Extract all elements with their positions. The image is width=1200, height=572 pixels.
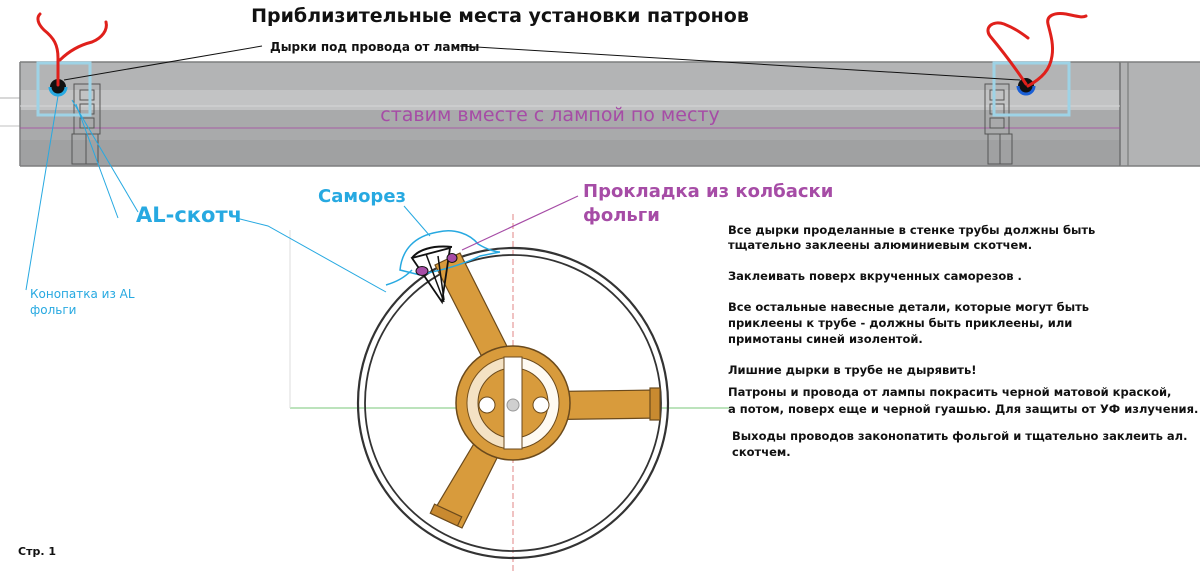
note-line: скотчем. [732,445,791,459]
al-tape-label: AL-скотч [136,203,242,227]
page-title: Приблизительные места установки патронов [251,5,749,27]
notes-block: Все дырки проделанные в стенке трубы дол… [728,223,1198,459]
note-line: Заклеивать поверх вкрученных саморезов . [728,269,1022,283]
page-number: Стр. 1 [18,545,56,558]
spider-hub [455,345,571,461]
screw-label: Саморез [318,186,406,207]
note-line: Патроны и провода от лампы покрасить чер… [728,385,1171,399]
al-tape-leader [235,217,387,293]
caulk-label-line2: фольги [30,303,76,317]
gasket-label-line1: Прокладка из колбаски [583,181,833,202]
place-label: ставим вместе с лампой по месту [380,104,719,126]
note-line: примотаны синей изолентой. [728,332,923,346]
tube-end-cap [1120,62,1200,166]
holes-label: Дырки под провода от лампы [270,40,479,54]
gasket-label-line2: фольги [583,205,660,226]
note-line: приклеены к трубе - должны быть приклеен… [728,316,1072,330]
note-line: а потом, поверх еще и черной гуашью. Для… [728,402,1198,416]
note-line: Выходы проводов законопатить фольгой и т… [732,429,1187,443]
tube-cross-section [235,195,730,572]
caulk-label-line1: Конопатка из AL [30,287,135,301]
note-line: Лишние дырки в трубе не дырявить! [728,363,977,377]
diagram-canvas: Приблизительные места установки патронов… [0,5,1200,572]
diagram-page: Приблизительные места установки патронов… [0,0,1200,572]
note-line: Все дырки проделанные в стенке трубы дол… [728,223,1095,237]
screw-leader [403,205,431,237]
tube-side-view [0,12,1200,167]
note-line: Все остальные навесные детали, которые м… [728,300,1089,314]
gasket-leader [461,195,579,251]
note-line: тщательно заклеены алюминиевым скотчем. [728,238,1032,252]
